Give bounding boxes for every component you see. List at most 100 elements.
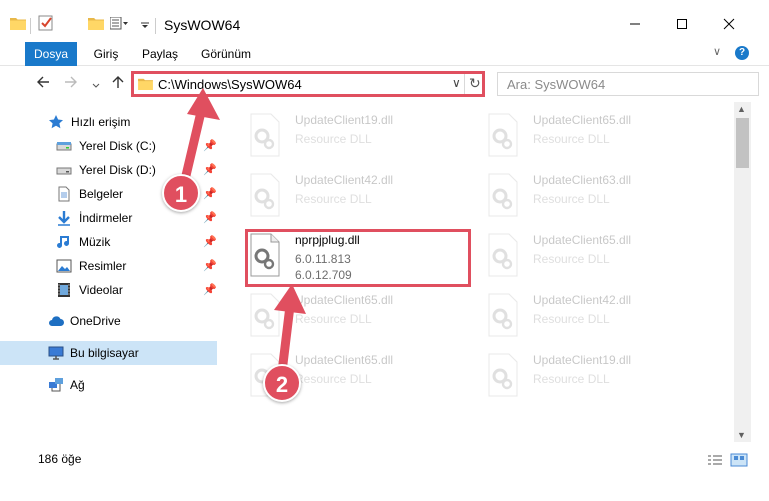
file-name: UpdateClient19.dll [533,353,632,367]
expand-ribbon-icon[interactable]: ∨ [713,45,721,58]
status-bar: 186 öğe [0,444,769,472]
file-item[interactable]: UpdateClient42.dll Resource DLL [245,168,475,226]
pin-icon[interactable]: 📌 [203,163,217,176]
properties-icon[interactable] [38,15,54,31]
forward-button[interactable] [64,75,78,94]
network-icon [49,378,63,392]
nav-item-music[interactable]: Müzik 📌 [0,230,217,254]
pin-icon[interactable]: 📌 [203,235,217,248]
documents-icon [58,186,70,202]
nav-onedrive[interactable]: OneDrive [0,309,217,333]
star-icon [49,115,63,129]
annotation-highlight-box [245,229,471,287]
nav-this-pc[interactable]: Bu bilgisayar [0,341,217,365]
file-description: Resource DLL [533,132,610,146]
nav-label: İndirmeler [79,211,133,225]
pin-icon[interactable]: 📌 [203,259,217,272]
file-description: Resource DLL [295,312,372,326]
file-description: Resource DLL [295,132,372,146]
title-bar: SysWOW64 [0,0,769,42]
minimize-button[interactable] [612,10,658,38]
dll-file-icon [250,173,280,217]
dll-file-icon [250,113,280,157]
file-name: UpdateClient65.dll [295,353,394,367]
chevron-down-icon [92,83,100,88]
nav-label: OneDrive [70,314,121,328]
pin-icon[interactable]: 📌 [203,283,217,296]
step-2-badge: 2 [263,364,301,402]
nav-network[interactable]: Ağ [0,373,217,397]
vertical-scrollbar[interactable]: ▲ ▼ [734,102,751,442]
separator [155,18,156,34]
search-input[interactable]: Ara: SysWOW64 [507,77,605,92]
drive-icon [56,167,72,175]
separator [464,74,465,94]
address-dropdown-icon[interactable]: ∨ [452,76,461,90]
tab-share[interactable]: Paylaş [138,42,182,66]
file-name: UpdateClient19.dll [295,113,394,127]
address-path[interactable]: C:\Windows\SysWOW64 [158,77,302,92]
file-item[interactable]: UpdateClient19.dll Resource DLL [483,348,713,406]
nav-quick-access[interactable]: Hızlı erişim [0,110,217,134]
nav-label: Hızlı erişim [71,115,131,129]
refresh-icon[interactable]: ↻ [469,75,481,92]
details-view-icon[interactable] [706,453,724,467]
pin-icon[interactable]: 📌 [203,139,217,152]
drive-icon [56,142,72,151]
file-name: UpdateClient42.dll [533,293,632,307]
window-title: SysWOW64 [164,17,241,33]
file-description: Resource DLL [533,372,610,386]
nav-label: Resimler [79,259,127,273]
separator [30,18,31,34]
music-icon [57,236,69,248]
dll-file-icon [250,293,280,337]
scroll-thumb[interactable] [736,118,749,168]
tab-file[interactable]: Dosya [25,42,77,66]
maximize-button[interactable] [659,10,705,38]
new-folder-icon[interactable] [88,16,104,30]
file-description: Resource DLL [295,372,372,386]
file-item[interactable]: UpdateClient65.dll Resource DLL [483,108,713,166]
back-arrow-icon [37,76,49,88]
folder-icon [10,18,26,30]
nav-label: Videolar [79,283,123,297]
customize-toolbar-icon[interactable] [110,17,128,31]
scroll-down-icon[interactable]: ▼ [737,430,746,440]
nav-item-videos[interactable]: Videolar 📌 [0,278,217,302]
file-name: UpdateClient42.dll [295,173,394,187]
dll-file-icon [488,293,518,337]
nav-item-local-disk-c[interactable]: Yerel Disk (C:) 📌 [0,134,217,158]
file-item[interactable]: UpdateClient65.dll Resource DLL [483,228,713,286]
pin-icon[interactable]: 📌 [203,187,217,200]
minimize-icon [630,23,640,25]
scroll-up-icon[interactable]: ▲ [737,104,746,114]
address-bar[interactable]: C:\Windows\SysWOW64 ∨ ↻ [131,71,485,97]
dll-file-icon [488,233,518,277]
pictures-icon [56,259,72,273]
pin-icon[interactable]: 📌 [203,211,217,224]
file-item[interactable]: UpdateClient19.dll Resource DLL [245,108,475,166]
up-button[interactable] [111,75,125,94]
nav-label: Yerel Disk (D:) [79,163,156,177]
nav-label: Müzik [79,235,111,249]
close-button[interactable] [706,10,752,38]
tab-view[interactable]: Görünüm [198,42,254,66]
large-icons-view-icon[interactable] [730,453,748,467]
recent-locations-button[interactable] [92,77,100,95]
folder-icon [138,78,153,90]
help-icon[interactable]: ? [735,46,749,60]
qa-dropdown-icon[interactable] [140,20,150,30]
file-description: Resource DLL [533,192,610,206]
onedrive-icon [49,316,64,326]
tab-home[interactable]: Giriş [88,42,124,66]
nav-label: Ağ [70,378,85,392]
nav-item-pictures[interactable]: Resimler 📌 [0,254,217,278]
back-button[interactable] [36,75,50,94]
dll-file-icon [488,113,518,157]
search-box[interactable]: Ara: SysWOW64 [497,72,759,96]
file-item[interactable]: UpdateClient65.dll Resource DLL [245,288,475,346]
file-item[interactable]: UpdateClient63.dll Resource DLL [483,168,713,226]
nav-label: Yerel Disk (C:) [79,139,156,153]
file-item[interactable]: UpdateClient42.dll Resource DLL [483,288,713,346]
forward-arrow-icon [65,76,77,88]
